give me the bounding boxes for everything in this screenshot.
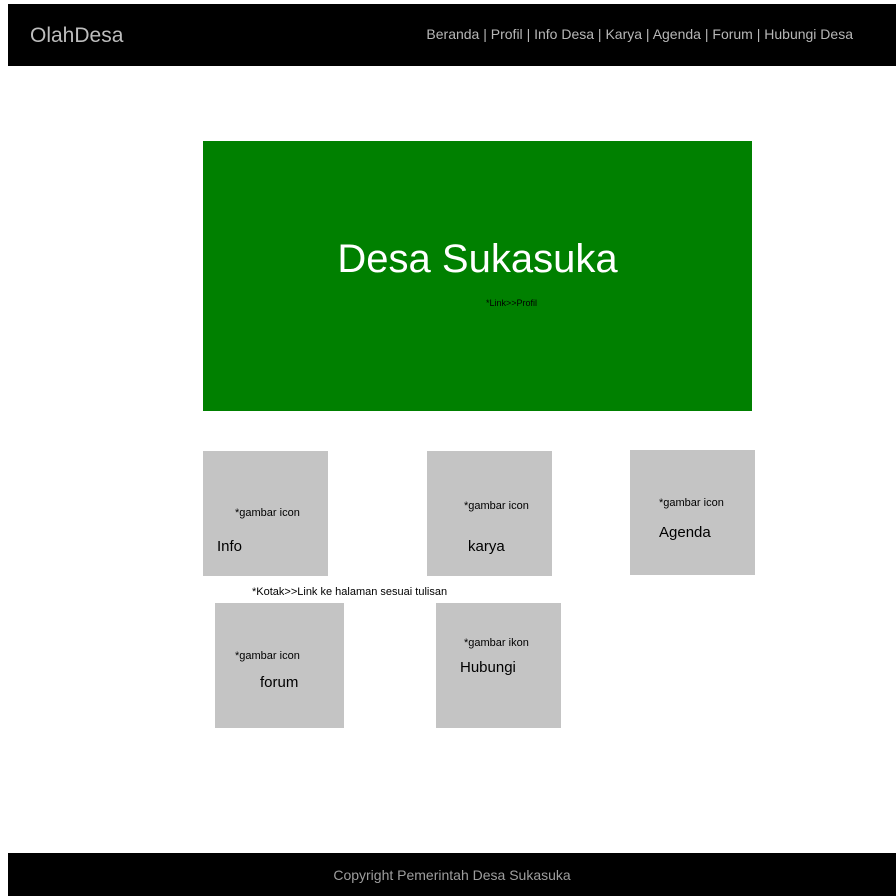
hero-note: *Link>>Profil [486, 298, 538, 308]
tile-icon-placeholder: *gambar icon [659, 497, 724, 509]
tile-label: Hubungi [460, 659, 516, 676]
hero-title: Desa Sukasuka [337, 237, 618, 281]
tile-icon-placeholder: *gambar icon [235, 507, 300, 519]
nav-item-forum[interactable]: Forum [712, 26, 752, 42]
tile-icon-placeholder: *gambar icon [464, 500, 529, 512]
nav-item-hubungi-desa[interactable]: Hubungi Desa [764, 26, 853, 42]
header-bar: OlahDesa Beranda | Profil | Info Desa | … [8, 4, 896, 66]
tile-info[interactable]: *gambar icon Info [203, 451, 328, 576]
tile-label: Info [217, 538, 243, 555]
site-logo[interactable]: OlahDesa [30, 24, 123, 48]
footer-copyright: Copyright Pemerintah Desa Sukasuka [333, 867, 571, 883]
tile-hubungi[interactable]: *gambar ikon Hubungi [436, 603, 561, 728]
nav-item-karya[interactable]: Karya [605, 26, 642, 42]
tile-agenda[interactable]: *gambar icon Agenda [630, 450, 755, 575]
tile-icon-placeholder: *gambar icon [235, 650, 300, 662]
tile-label: Agenda [659, 524, 711, 541]
nav-item-agenda[interactable]: Agenda [653, 26, 701, 42]
nav-item-profil[interactable]: Profil [491, 26, 523, 42]
nav-separator: | [645, 26, 653, 42]
nav-separator: | [483, 26, 491, 42]
tile-label: forum [260, 674, 299, 691]
footer-bar: Copyright Pemerintah Desa Sukasuka [8, 853, 896, 896]
tile-karya[interactable]: *gambar icon karya [427, 451, 552, 576]
nav-separator: | [526, 26, 535, 42]
tile-icon-placeholder: *gambar ikon [464, 637, 529, 649]
nav-item-beranda[interactable]: Beranda [426, 26, 479, 42]
tile-forum[interactable]: *gambar icon forum [215, 603, 344, 728]
nav-item-info-desa[interactable]: Info Desa [534, 26, 594, 42]
hero-banner[interactable]: Desa Sukasuka *Link>>Profil [203, 141, 752, 411]
tile-link-hint: *Kotak>>Link ke halaman sesuai tulisan [252, 586, 448, 598]
main-nav: Beranda | Profil | Info Desa | Karya | A… [426, 26, 853, 42]
tile-label: karya [468, 538, 505, 555]
